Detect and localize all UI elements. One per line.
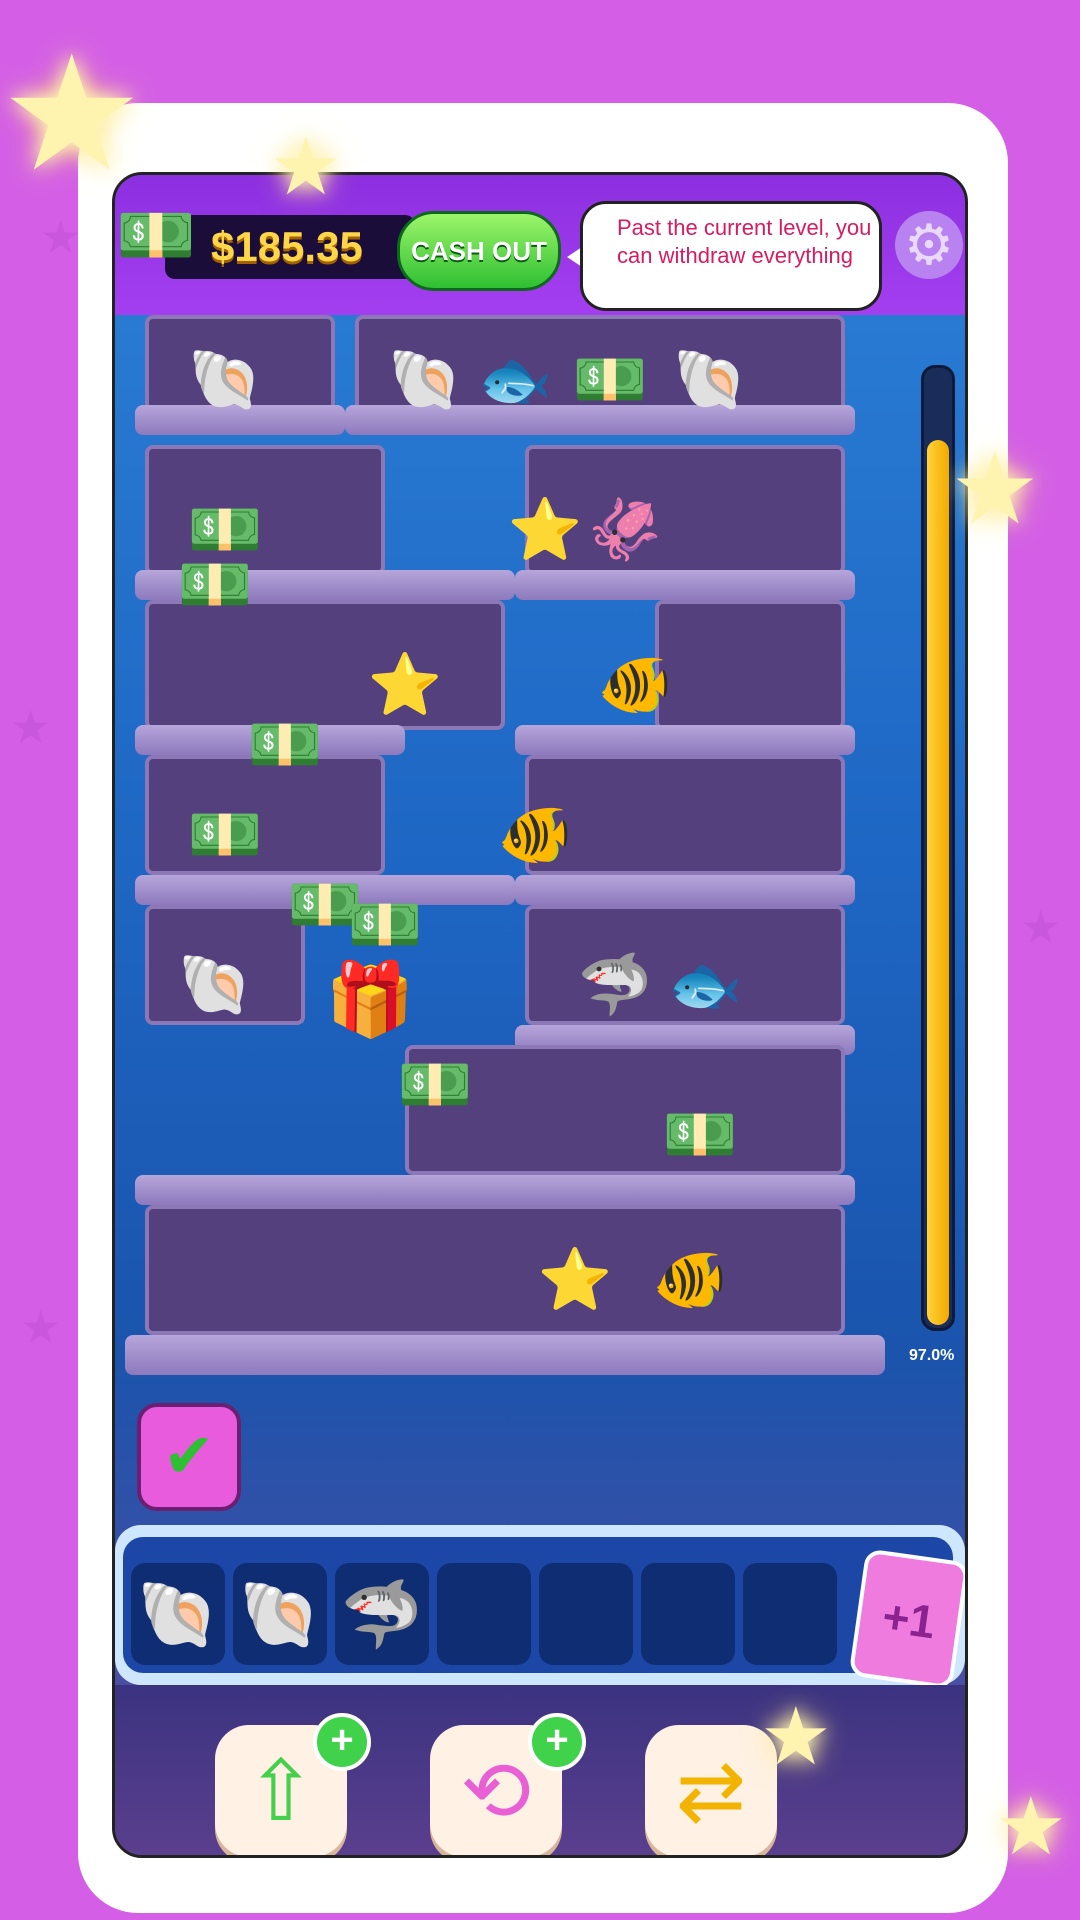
orange-fish-icon[interactable]: 🐠 <box>650 1240 730 1320</box>
squid-icon[interactable]: 🦑 <box>585 490 665 570</box>
cash-stack-icon[interactable]: 💵 <box>245 705 325 785</box>
settings-gear-icon[interactable]: ⚙ <box>895 211 963 279</box>
game-screen: 💵 $185.35 CASH OUT Past the current leve… <box>112 172 968 1858</box>
powerup-plus-icon: + <box>313 1713 371 1771</box>
decor-star-icon: ★ <box>270 122 342 211</box>
shuffle-powerup-button[interactable]: ⇄ <box>645 1725 777 1855</box>
tray-slot-empty <box>437 1563 531 1665</box>
starfish-icon[interactable]: ⭐ <box>505 490 585 570</box>
shelf-plank <box>515 725 855 755</box>
shelf-plank <box>515 875 855 905</box>
rotate-arrow-icon: ⟲ <box>460 1744 532 1838</box>
cash-out-button[interactable]: CASH OUT <box>397 211 561 291</box>
level-progress-label: 97.0% <box>909 1347 955 1364</box>
background-star-icon: ★ <box>10 701 52 753</box>
orange-fish-icon[interactable]: 🐠 <box>495 795 575 875</box>
shuffle-arrow-icon: ⇄ <box>675 1744 747 1838</box>
extra-slot-button[interactable]: +1 <box>848 1548 965 1690</box>
cash-icon[interactable]: 💵 <box>660 1095 740 1175</box>
tray-slot-empty <box>539 1563 633 1665</box>
background-star-icon: ★ <box>40 211 82 263</box>
tray-slot-empty <box>743 1563 837 1665</box>
cash-icon[interactable]: 💵 <box>185 795 265 875</box>
shelf <box>145 1205 845 1335</box>
shelf-base <box>125 1335 885 1375</box>
flying-treasure-chest-icon[interactable]: 🎁 <box>305 950 435 1050</box>
purple-shell-icon[interactable]: 🐚 <box>385 340 465 420</box>
cash-stack-icon: 💵 <box>116 199 196 271</box>
tray-slot-shark-icon: 🦈 <box>335 1563 429 1665</box>
tray-slots: 🐚 🐚 🦈 <box>123 1537 953 1673</box>
yellow-fish-icon[interactable]: 🐠 <box>595 645 675 725</box>
background-star-icon: ★ <box>20 1301 62 1353</box>
pink-shell-icon[interactable]: 🐚 <box>185 340 265 420</box>
shelf <box>655 600 845 730</box>
green-fish-icon[interactable]: 🐟 <box>665 945 745 1025</box>
decor-star-icon: ★ <box>0 24 144 203</box>
decor-star-icon: ★ <box>760 1692 832 1781</box>
tray-slot-shell-icon: 🐚 <box>131 1563 225 1665</box>
cash-stack-icon[interactable]: 💵 <box>395 1045 475 1125</box>
cash-stack-icon[interactable]: 💵 <box>175 545 255 625</box>
tray-slot-empty <box>641 1563 735 1665</box>
powerup-plus-icon: + <box>528 1713 586 1771</box>
daily-checkin-calendar-icon[interactable]: ✔ <box>137 1403 241 1511</box>
arrow-up-icon: ⇧ <box>245 1744 317 1838</box>
cash-out-tooltip: Past the current level, you can withdraw… <box>580 201 882 311</box>
tray-slot-shell-icon: 🐚 <box>233 1563 327 1665</box>
collection-tray: 🐚 🐚 🦈 <box>115 1525 965 1685</box>
green-fish-icon[interactable]: 🐟 <box>475 340 555 420</box>
purple-shell-icon[interactable]: 🐚 <box>670 340 750 420</box>
starfish-icon[interactable]: ⭐ <box>535 1240 615 1320</box>
decor-star-icon: ★ <box>950 433 1040 545</box>
background-star-icon: ★ <box>1020 901 1062 953</box>
cash-icon[interactable]: 💵 <box>570 340 650 420</box>
shelf-plank <box>515 570 855 600</box>
balance-value: $185.35 <box>211 223 363 270</box>
level-progress-fill <box>927 440 949 1325</box>
decor-star-icon: ★ <box>995 1782 1067 1871</box>
shark-icon[interactable]: 🦈 <box>575 945 655 1025</box>
starfish-icon[interactable]: ⭐ <box>365 645 445 725</box>
purple-shell-icon[interactable]: 🐚 <box>175 945 255 1025</box>
shelf-plank <box>135 1175 855 1205</box>
